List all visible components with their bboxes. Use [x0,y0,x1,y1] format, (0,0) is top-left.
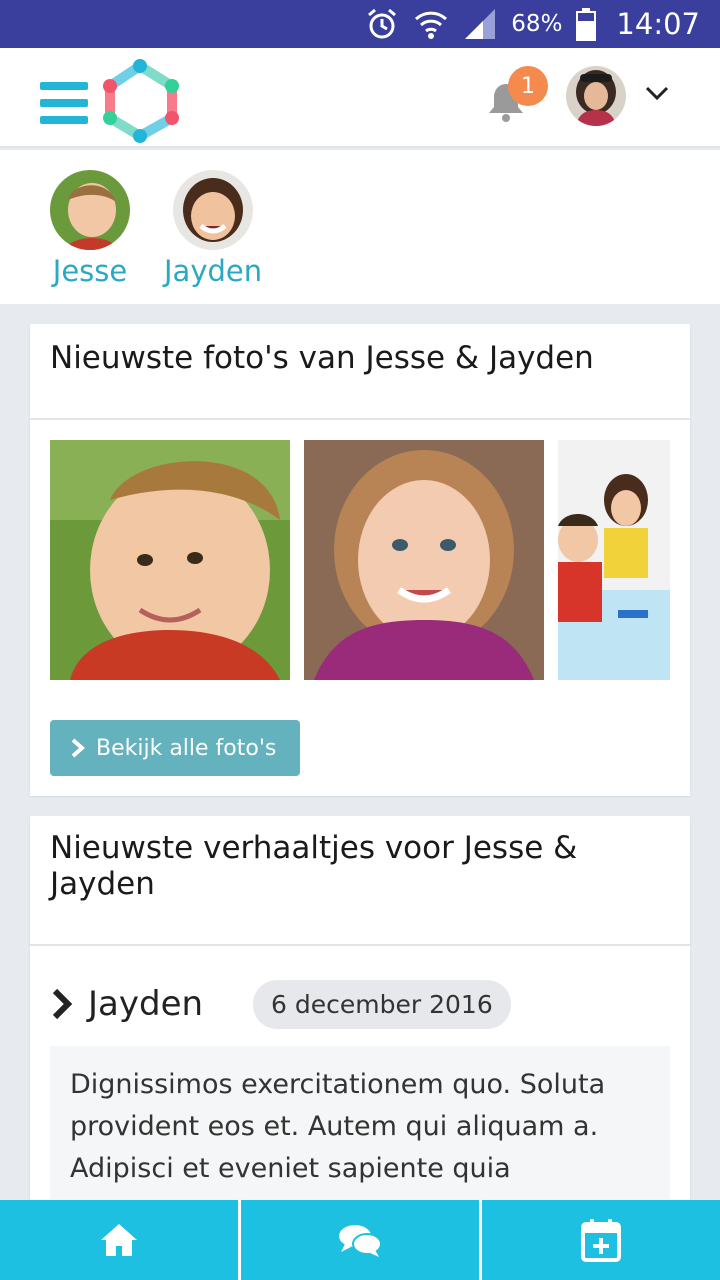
child-name: Jesse [52,254,128,288]
view-all-photos-button[interactable]: Bekijk alle foto's [50,720,300,776]
card-title: Nieuwste verhaaltjes voor Jesse & Jayden [30,816,690,946]
child-jayden[interactable]: Jayden [164,170,262,288]
photo-thumbnail[interactable] [558,440,670,680]
photo-thumbnail[interactable] [304,440,544,680]
latest-stories-card: Nieuwste verhaaltjes voor Jesse & Jayden… [30,816,690,1246]
latest-photos-card: Nieuwste foto's van Jesse & Jayden Bekij… [30,324,690,796]
story-header[interactable]: Jayden 6 december 2016 [50,968,670,1040]
bottom-navigation [0,1200,720,1280]
chevron-right-icon [52,988,73,1020]
calendar-add-icon [581,1219,621,1262]
child-avatar [173,170,254,250]
photo-thumbnail[interactable] [50,440,290,680]
child-avatar [50,170,130,250]
chat-icon [339,1225,382,1257]
chevron-right-icon [71,738,86,758]
children-selector: Jesse Jayden [0,150,720,304]
chevron-down-icon[interactable] [642,80,672,106]
app-logo [103,59,179,143]
button-label: Bekijk alle foto's [96,735,277,761]
battery-percent: 68% [511,11,563,37]
nav-messages[interactable] [241,1200,482,1280]
home-icon [101,1224,137,1256]
wifi-icon [413,7,449,41]
menu-icon[interactable] [40,82,88,124]
child-name: Jayden [164,254,263,288]
app-header: 1 [0,48,720,148]
status-bar: 68% 14:07 [0,0,720,48]
nav-home[interactable] [0,1200,241,1280]
nav-calendar[interactable] [482,1200,720,1280]
signal-icon [463,7,497,41]
alarm-icon [365,7,399,41]
card-title: Nieuwste foto's van Jesse & Jayden [30,324,690,420]
photo-strip[interactable] [50,440,670,680]
child-jesse[interactable]: Jesse [50,170,130,288]
notification-badge: 1 [508,66,548,106]
story-date: 6 december 2016 [253,979,511,1029]
story-child-name: Jayden [88,984,204,1024]
clock: 14:07 [616,7,700,41]
user-avatar[interactable] [566,66,626,126]
battery-icon [576,7,597,41]
